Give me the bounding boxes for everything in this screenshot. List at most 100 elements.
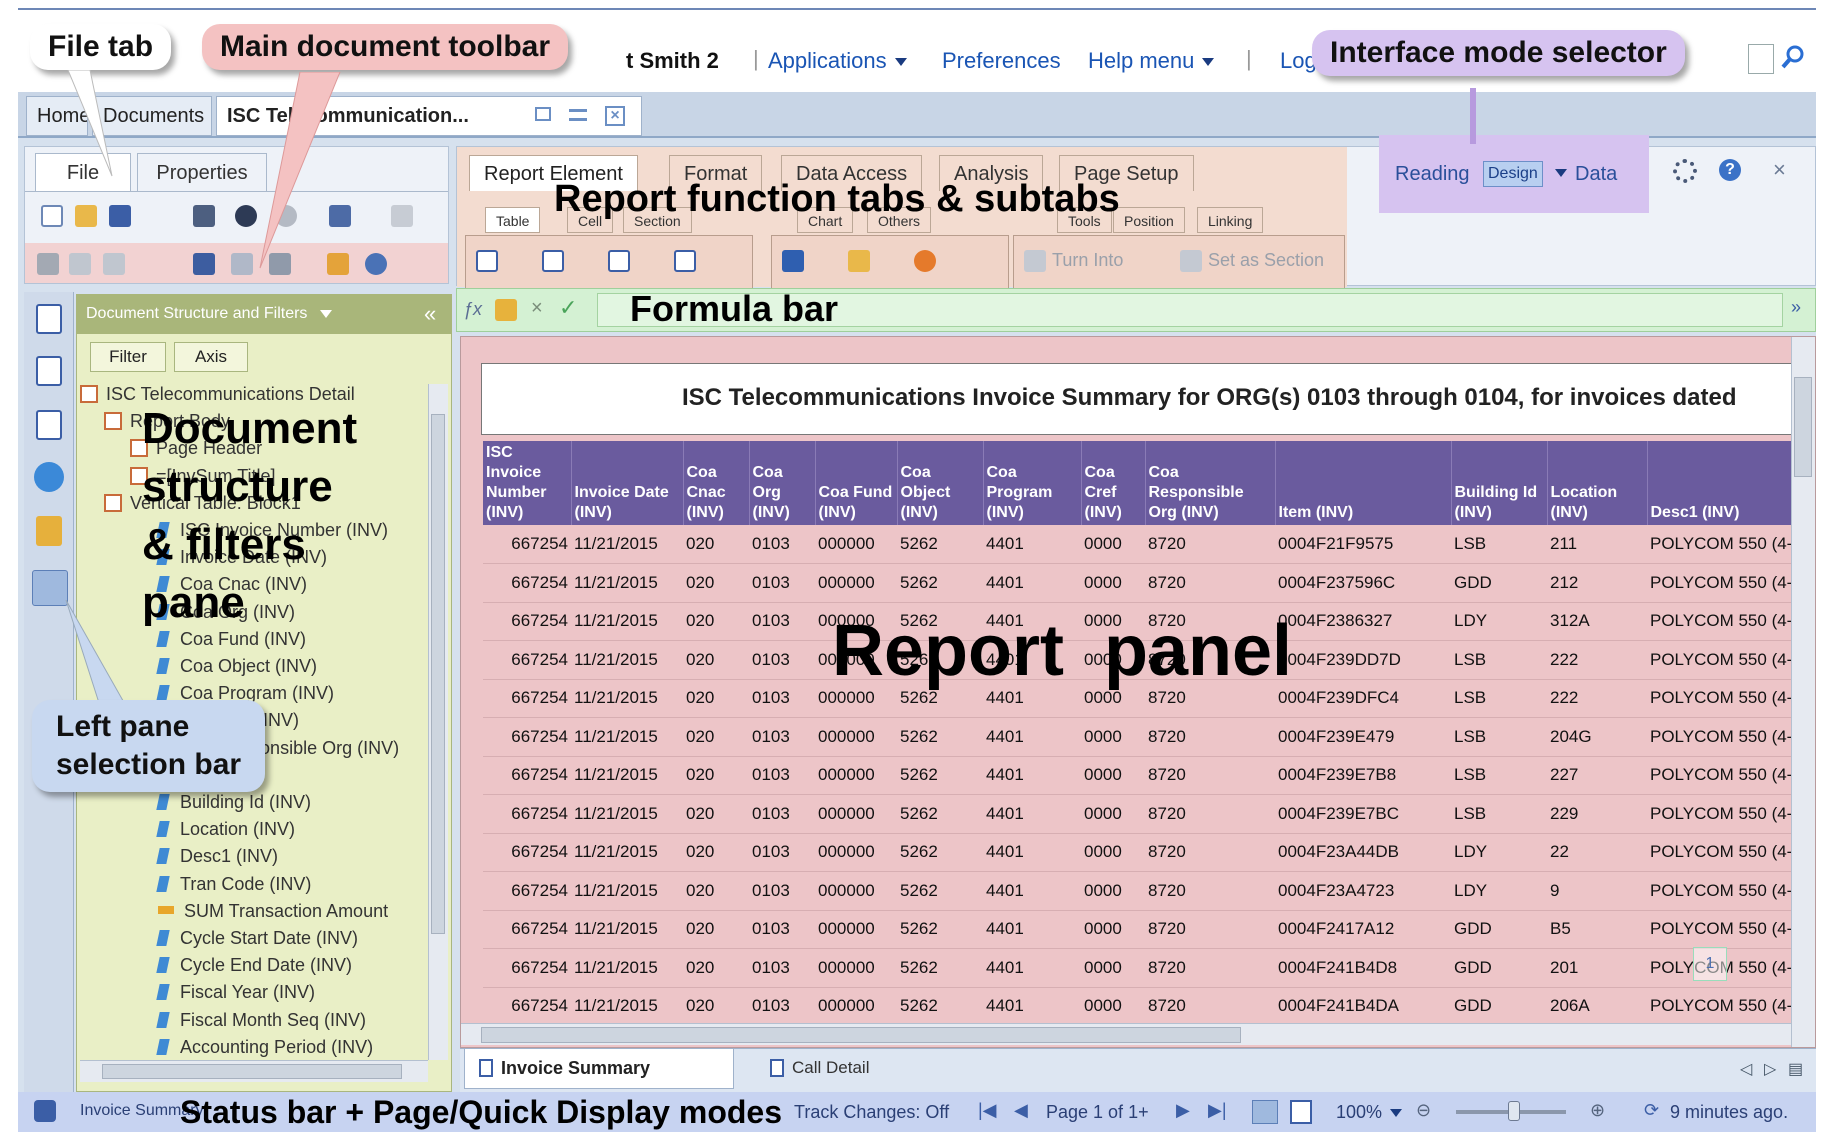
column-header[interactable]: Desc1 (INV) <box>1647 441 1808 525</box>
quick-display-mode-icon[interactable] <box>1252 1100 1278 1124</box>
table-cell[interactable]: 020 <box>683 833 749 872</box>
insert-row-icon[interactable] <box>608 250 630 272</box>
table-cell[interactable]: 0103 <box>749 987 815 1026</box>
table-cell[interactable]: 0004F241B4D8 <box>1275 948 1451 988</box>
table-cell[interactable]: 0004F239DFC4 <box>1275 679 1451 718</box>
table-cell[interactable]: 11/21/2015 <box>571 871 683 911</box>
scrollbar-thumb[interactable] <box>431 414 445 934</box>
table-cell[interactable]: 11/21/2015 <box>571 910 683 949</box>
table-cell[interactable]: 020 <box>683 948 749 988</box>
table-cell[interactable]: 11/21/2015 <box>571 794 683 834</box>
table-cell[interactable]: LDY <box>1451 602 1547 641</box>
gear-icon[interactable] <box>1673 159 1697 183</box>
table-cell[interactable]: 5262 <box>897 833 983 872</box>
table-cell[interactable]: 0000 <box>1081 525 1145 564</box>
table-cell[interactable]: 8720 <box>1145 871 1275 911</box>
axis-button[interactable]: Axis <box>174 342 248 372</box>
line-chart-icon[interactable] <box>848 250 870 272</box>
table-cell[interactable]: 0103 <box>749 717 815 757</box>
table-cell[interactable]: 11/21/2015 <box>571 602 683 641</box>
table-cell[interactable]: POLYCOM 550 (4-lir <box>1647 910 1807 949</box>
tree-horizontal-scrollbar[interactable] <box>80 1060 428 1082</box>
table-cell[interactable]: 5262 <box>897 717 983 757</box>
new-document-icon[interactable] <box>41 205 63 227</box>
subtab-linking[interactable]: Linking <box>1197 207 1264 233</box>
input-controls-icon[interactable] <box>36 410 62 440</box>
table-cell[interactable]: 0000 <box>1081 910 1145 949</box>
report-title-cell[interactable]: ISC Telecommunications Invoice Summary f… <box>481 363 1815 435</box>
table-cell[interactable]: LDY <box>1451 833 1547 872</box>
table-cell[interactable]: 8720 <box>1145 563 1275 603</box>
zoom-out-icon[interactable]: ⊖ <box>1416 1100 1431 1121</box>
table-cell[interactable]: 0004F23A44DB <box>1275 833 1451 872</box>
table-cell[interactable]: 201 <box>1547 948 1647 988</box>
table-cell[interactable]: 11/21/2015 <box>571 833 683 872</box>
function-icon[interactable]: ƒx <box>463 299 482 320</box>
table-cell[interactable]: POLYCOM 550 (4-lir <box>1647 987 1807 1026</box>
table-cell[interactable]: POLYCOM 550 (4-lir <box>1647 679 1807 718</box>
table-cell[interactable]: 020 <box>683 717 749 757</box>
tree-item[interactable]: Fiscal Year (INV) <box>156 982 315 1003</box>
report-horizontal-scrollbar[interactable] <box>461 1023 1791 1045</box>
validate-formula-icon[interactable]: ✓ <box>559 295 577 321</box>
bar-chart-icon[interactable] <box>782 250 804 272</box>
document-structure-icon[interactable] <box>36 356 62 386</box>
table-cell[interactable]: LSB <box>1451 525 1547 564</box>
column-header[interactable]: Invoice Date (INV) <box>571 441 684 525</box>
web-services-icon[interactable] <box>34 462 64 492</box>
table-cell[interactable]: LSB <box>1451 679 1547 718</box>
table-cell[interactable]: 667254 <box>483 679 571 718</box>
popout-icon[interactable] <box>535 107 551 121</box>
table-cell[interactable]: 667254 <box>483 640 571 680</box>
table-cell[interactable]: 0000 <box>1081 987 1145 1026</box>
zoom-select[interactable]: 100% <box>1336 1102 1403 1123</box>
table-cell[interactable]: 4401 <box>983 756 1081 795</box>
table-cell[interactable]: 020 <box>683 602 749 641</box>
table-cell[interactable]: 8720 <box>1145 910 1275 949</box>
table-cell[interactable]: 0103 <box>749 833 815 872</box>
table-cell[interactable]: 206A <box>1547 987 1647 1026</box>
page-nav-widget[interactable]: 1 <box>1693 947 1727 981</box>
table-cell[interactable]: 0103 <box>749 948 815 988</box>
table-cell[interactable]: 4401 <box>983 871 1081 911</box>
table-cell[interactable]: 0004F237596C <box>1275 563 1451 603</box>
table-cell[interactable]: 000000 <box>815 756 897 795</box>
table-cell[interactable]: 0004F2417A12 <box>1275 910 1451 949</box>
table-cell[interactable]: GDD <box>1451 948 1547 988</box>
reading-mode[interactable]: Reading <box>1395 163 1470 186</box>
table-cell[interactable]: 0004F239E7B8 <box>1275 756 1451 795</box>
refresh-status-icon[interactable]: ⟳ <box>1644 1100 1659 1121</box>
report-vertical-scrollbar[interactable] <box>1791 337 1815 1047</box>
filter-button[interactable]: Filter <box>90 342 166 372</box>
table-cell[interactable]: 020 <box>683 679 749 718</box>
zoom-in-icon[interactable]: ⊕ <box>1590 1100 1605 1121</box>
table-cell[interactable]: 667254 <box>483 794 571 834</box>
tree-item[interactable]: Location (INV) <box>156 819 295 840</box>
table-cell[interactable]: 11/21/2015 <box>571 525 683 564</box>
chevron-down-icon[interactable] <box>1555 169 1567 177</box>
table-cell[interactable]: POLYCOM 550 (4-lir <box>1647 794 1807 834</box>
table-cell[interactable]: 020 <box>683 794 749 834</box>
table-cell[interactable]: POLYCOM 550 (4-lir <box>1647 602 1807 641</box>
table-cell[interactable]: 212 <box>1547 563 1647 603</box>
table-cell[interactable]: 8720 <box>1145 525 1275 564</box>
tab-list-icon[interactable]: ▤ <box>1788 1059 1803 1079</box>
column-header[interactable]: Coa Cref (INV) <box>1081 441 1146 525</box>
table-cell[interactable]: 4401 <box>983 794 1081 834</box>
insert-column-icon[interactable] <box>542 250 564 272</box>
table-cell[interactable]: 667254 <box>483 756 571 795</box>
table-cell[interactable]: 020 <box>683 871 749 911</box>
design-mode[interactable]: Design <box>1483 161 1543 187</box>
available-objects-icon[interactable] <box>36 516 62 546</box>
table-cell[interactable]: 0103 <box>749 756 815 795</box>
set-as-section-button[interactable]: Set as Section <box>1208 250 1324 271</box>
column-header[interactable]: Coa Object (INV) <box>897 441 984 525</box>
applications-menu[interactable]: Applications <box>768 48 907 74</box>
table-cell[interactable]: 11/21/2015 <box>571 948 683 988</box>
table-cell[interactable]: 0004F239E479 <box>1275 717 1451 757</box>
table-cell[interactable]: POLYCOM 550 (4-lir <box>1647 525 1807 564</box>
table-cell[interactable]: 0103 <box>749 794 815 834</box>
table-cell[interactable]: 0000 <box>1081 794 1145 834</box>
table-cell[interactable]: 000000 <box>815 794 897 834</box>
cut-icon[interactable] <box>37 253 59 275</box>
